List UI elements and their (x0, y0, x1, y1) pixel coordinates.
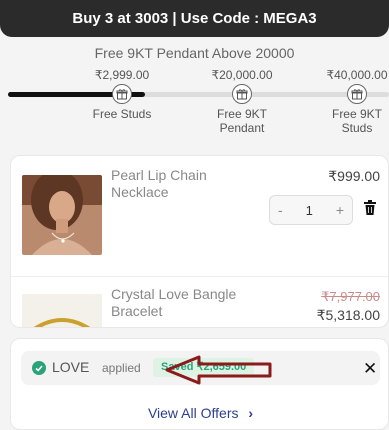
view-all-offers-label: View All Offers (147, 405, 239, 421)
cart-items-card[interactable]: Pearl Lip Chain Necklace ₹999.00 - 1 + C… (10, 155, 389, 328)
milestone-label-3: Free 9KT Studs (331, 107, 382, 135)
product-image[interactable] (22, 175, 102, 255)
product-image[interactable] (22, 294, 102, 327)
gift-icon (112, 84, 132, 104)
quantity-value: 1 (305, 202, 313, 218)
offer-title: Free 9KT Pendant Above 20000 (94, 45, 295, 61)
coupon-code: LOVE (52, 359, 90, 375)
progress-track (8, 92, 389, 97)
gift-icon (347, 84, 367, 104)
quantity-stepper: - 1 + (269, 195, 353, 225)
product-price: ₹5,318.00 (316, 307, 380, 323)
milestone-label-2: Free 9KT Pendant (216, 107, 267, 135)
milestone-amount-1: ₹2,999.00 (94, 68, 150, 82)
coupon-status: applied (102, 361, 141, 375)
product-name[interactable]: Pearl Lip Chain Necklace (111, 167, 251, 201)
applied-coupon-row: LOVE applied Saved ₹2,659.00 ✕ (21, 351, 380, 385)
item-divider (11, 276, 388, 277)
view-all-offers-link[interactable]: View All Offers › (11, 405, 389, 421)
remove-coupon-button[interactable]: ✕ (363, 359, 377, 379)
quantity-decrement-button[interactable]: - (278, 202, 283, 218)
product-original-price: ₹7,977.00 (321, 289, 380, 304)
chevron-right-icon: › (248, 405, 254, 421)
milestone-amount-3: ₹40,000.00 (326, 68, 388, 82)
gift-icon (232, 84, 252, 104)
trash-icon[interactable] (363, 200, 377, 216)
product-price: ₹999.00 (328, 168, 380, 184)
annotation-arrow-icon (165, 355, 272, 385)
promo-banner: Buy 3 at 3003 | Use Code : MEGA3 (0, 0, 389, 37)
product-name[interactable]: Crystal Love Bangle Bracelet (111, 286, 251, 320)
milestone-amount-2: ₹20,000.00 (211, 68, 273, 82)
discount-badge-icon (32, 361, 46, 375)
milestone-label-1: Free Studs (92, 107, 152, 121)
offers-card: LOVE applied Saved ₹2,659.00 ✕ View All … (10, 338, 389, 430)
promo-banner-text: Buy 3 at 3003 | Use Code : MEGA3 (72, 10, 317, 27)
quantity-increment-button[interactable]: + (336, 202, 344, 218)
